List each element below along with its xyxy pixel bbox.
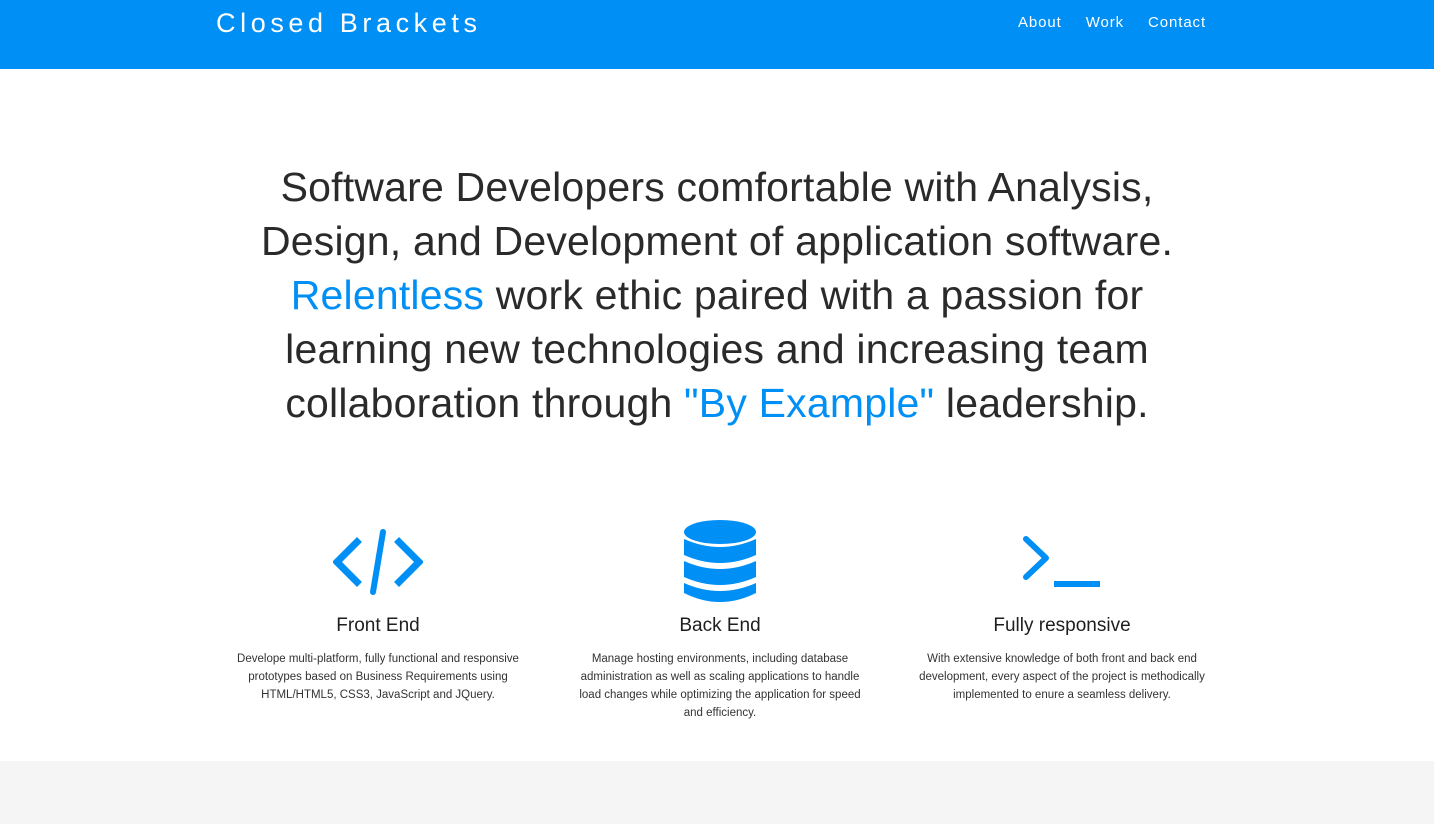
nav-link-contact[interactable]: Contact	[1148, 13, 1206, 33]
feature-description: Manage hosting environments, including d…	[579, 653, 861, 719]
feature-title: Back End	[679, 615, 761, 636]
feature-fully-responsive: Fully responsive With extensive knowledg…	[912, 518, 1212, 704]
features-section: Front End Develope multi-platform, fully…	[0, 518, 1434, 738]
nav-link-work[interactable]: Work	[1086, 13, 1124, 33]
hero-accent-by-example: "By Example"	[684, 380, 935, 426]
footer-band	[0, 761, 1434, 824]
feature-front-end: Front End Develope multi-platform, fully…	[228, 518, 528, 704]
feature-title: Front End	[336, 615, 420, 636]
feature-title: Fully responsive	[993, 615, 1131, 636]
code-brackets-icon	[228, 518, 528, 608]
hero-statement: Software Developers comfortable with Ana…	[217, 160, 1217, 430]
hero-text-end: leadership.	[934, 380, 1149, 426]
feature-back-end: Back End Manage hosting environments, in…	[570, 518, 870, 722]
top-navbar: Closed Brackets About Work Contact	[0, 0, 1434, 69]
feature-description: Develope multi-platform, fully functiona…	[237, 653, 519, 701]
terminal-prompt-icon	[912, 518, 1212, 608]
feature-description: With extensive knowledge of both front a…	[919, 653, 1205, 701]
nav-link-about[interactable]: About	[1018, 13, 1062, 33]
hero-text-intro: Software Developers comfortable with Ana…	[260, 164, 1174, 264]
database-icon	[570, 518, 870, 608]
hero-accent-relentless: Relentless	[290, 272, 485, 318]
main-nav: About Work Contact	[1018, 13, 1206, 33]
brand-logo-link[interactable]: Closed Brackets	[216, 6, 482, 40]
